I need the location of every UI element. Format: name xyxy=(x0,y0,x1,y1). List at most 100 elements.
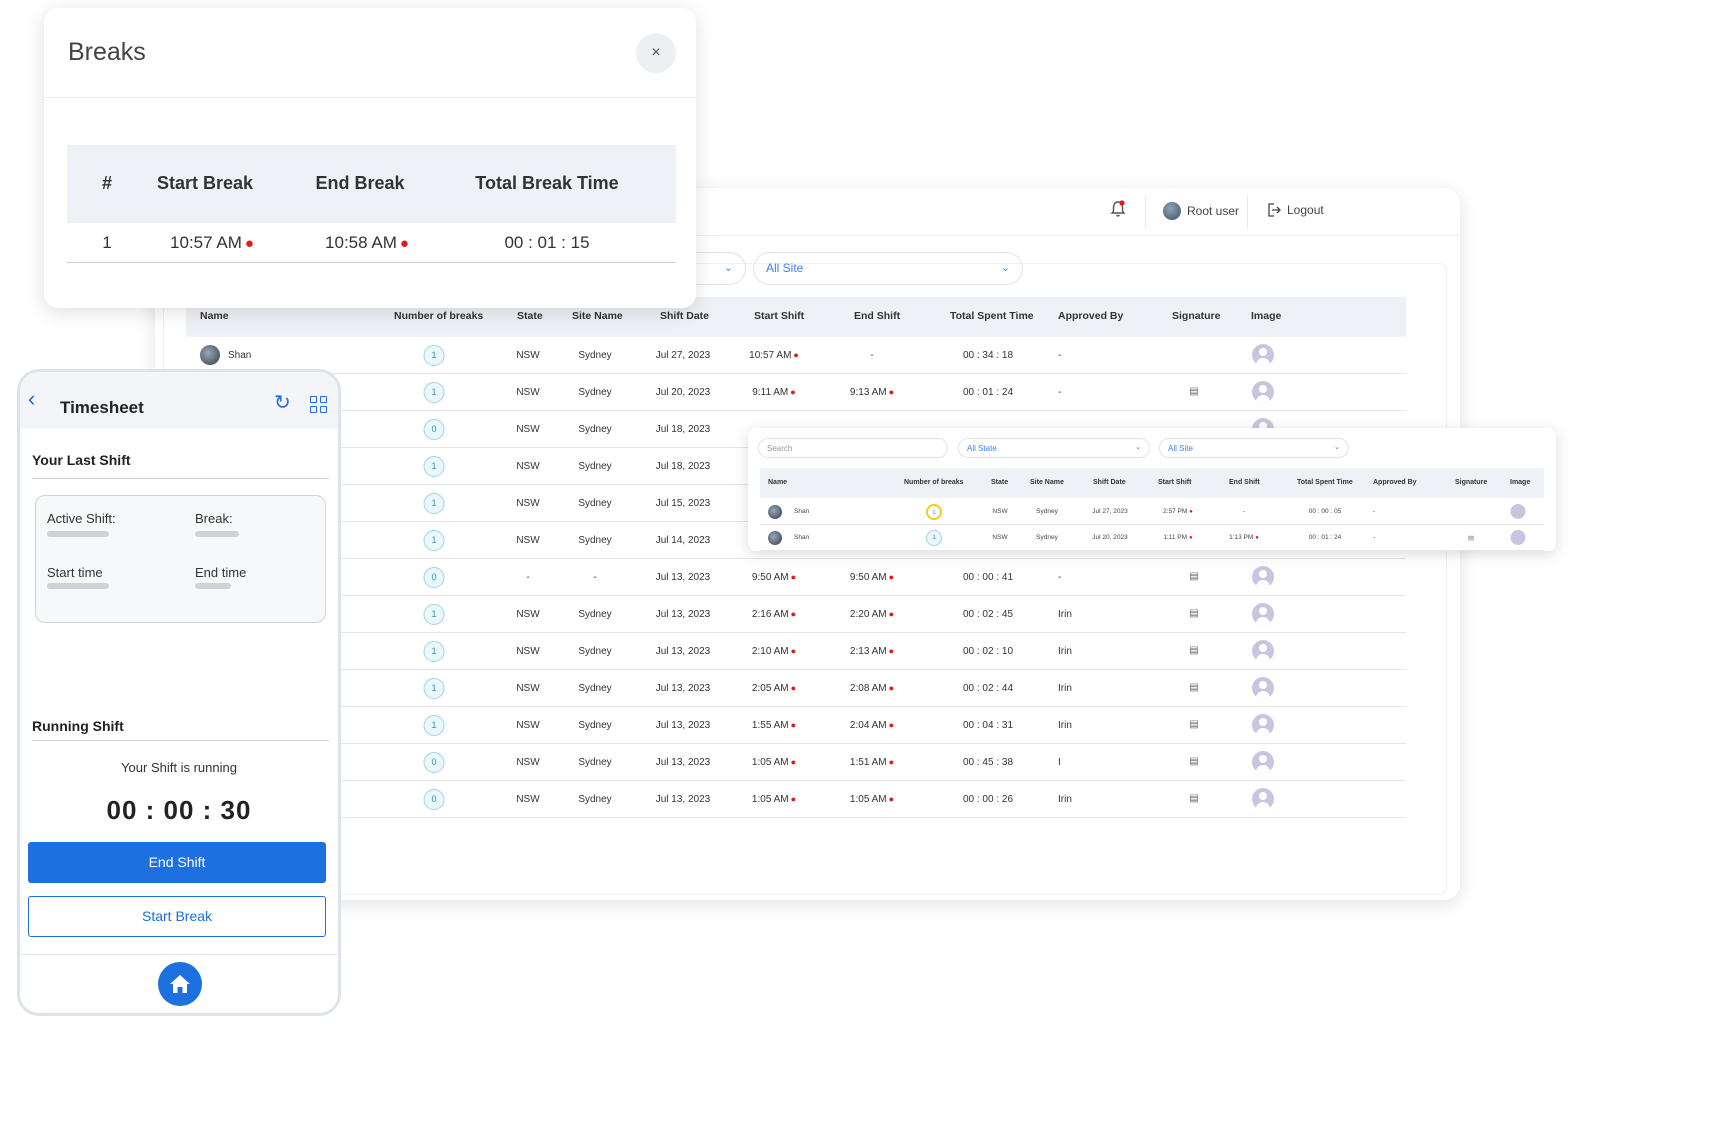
map-pin-icon[interactable]: ● xyxy=(245,235,254,252)
image-avatar[interactable] xyxy=(1252,677,1274,699)
breaks-badge[interactable]: 1 xyxy=(423,493,445,514)
map-pin-icon[interactable]: ● xyxy=(1255,535,1259,541)
table-row[interactable]: Shan 1 NSW Sydney Jul 27, 2023 10:57 AM ● - 00 :… xyxy=(186,337,1406,374)
signature-icon[interactable]: ▤ xyxy=(1468,534,1474,542)
table-row[interactable]: 1 NSW Sydney Jul 13, 2023 2:10 AM ● 2:13 AM ● 00… xyxy=(186,633,1406,670)
map-pin-icon[interactable]: ● xyxy=(793,350,798,360)
map-pin-icon[interactable]: ● xyxy=(791,572,796,582)
end-shift-button[interactable]: End Shift xyxy=(28,842,326,883)
map-pin-icon[interactable]: ● xyxy=(400,235,409,252)
row-approved: Irin xyxy=(1058,720,1072,731)
mini-state-select[interactable]: All State ⌄ xyxy=(958,438,1150,458)
header-end-break: End Break xyxy=(315,173,405,193)
image-avatar[interactable] xyxy=(1252,714,1274,736)
map-pin-icon[interactable]: ● xyxy=(791,757,796,767)
table-row[interactable]: 1 NSW Sydney Jul 20, 2023 9:11 AM ● 9:13 AM ● 00… xyxy=(186,374,1406,411)
breaks-badge[interactable]: 1 xyxy=(423,456,445,477)
image-avatar[interactable] xyxy=(1510,504,1526,519)
notification-button[interactable] xyxy=(1110,200,1126,218)
map-pin-icon[interactable]: ● xyxy=(889,794,894,804)
row-date: Jul 13, 2023 xyxy=(655,720,711,731)
map-pin-icon[interactable]: ● xyxy=(791,794,796,804)
breaks-badge[interactable]: 1 xyxy=(926,530,942,546)
breaks-badge[interactable]: 0 xyxy=(423,419,445,440)
map-pin-icon[interactable]: ● xyxy=(791,683,796,693)
table-row[interactable]: 1 NSW Sydney Jul 13, 2023 2:05 AM ● 2:08 AM ● 00… xyxy=(186,670,1406,707)
signature-icon[interactable]: ▤ xyxy=(1189,608,1198,619)
mini-header-start: Start Shift xyxy=(1158,479,1192,486)
map-pin-icon[interactable]: ● xyxy=(791,609,796,619)
table-row[interactable]: 0 NSW Sydney Jul 13, 2023 1:05 AM ● 1:05 AM ● 00… xyxy=(186,781,1406,818)
breaks-badge[interactable]: 1 xyxy=(423,530,445,551)
breaks-badge[interactable]: 0 xyxy=(423,789,445,810)
grid-icon[interactable] xyxy=(310,396,328,414)
signature-icon[interactable]: ▤ xyxy=(1189,571,1198,582)
image-avatar[interactable] xyxy=(1252,566,1274,588)
breaks-badge[interactable]: 1 xyxy=(423,382,445,403)
table-row[interactable]: 1 NSW Sydney Jul 13, 2023 1:55 AM ● 2:04 AM ● 00… xyxy=(186,707,1406,744)
map-pin-icon[interactable]: ● xyxy=(791,720,796,730)
mini-table-row[interactable]: Shan 1 NSW Sydney Jul 27, 2023 2:57 PM ● - 00 : … xyxy=(760,499,1544,525)
refresh-icon[interactable]: ↻ xyxy=(274,390,291,415)
map-pin-icon[interactable]: ● xyxy=(889,609,894,619)
user-menu[interactable]: Root user xyxy=(1163,202,1239,220)
breaks-badge[interactable]: 0 xyxy=(423,752,445,773)
close-button[interactable]: × xyxy=(636,33,676,73)
image-avatar[interactable] xyxy=(1252,344,1274,366)
modal-divider xyxy=(44,97,696,98)
map-pin-icon[interactable]: ● xyxy=(791,646,796,656)
signature-icon[interactable]: ▤ xyxy=(1189,793,1198,804)
row-state: NSW xyxy=(516,498,540,509)
image-avatar[interactable] xyxy=(1252,381,1274,403)
map-pin-icon[interactable]: ● xyxy=(1189,535,1193,541)
row-date: Jul 27, 2023 xyxy=(655,350,711,361)
map-pin-icon[interactable]: ● xyxy=(889,387,894,397)
break-total: 00 : 01 : 15 xyxy=(504,233,590,252)
home-button[interactable] xyxy=(158,962,202,1006)
mini-table-header: Name Number of breaks State Site Name Sh… xyxy=(760,468,1544,498)
breaks-badge[interactable]: 1 xyxy=(423,715,445,736)
breaks-badge[interactable]: 0 xyxy=(423,567,445,588)
signature-icon[interactable]: ▤ xyxy=(1189,386,1198,397)
row-date: Jul 14, 2023 xyxy=(655,535,711,546)
map-pin-icon[interactable]: ● xyxy=(790,387,795,397)
search-input[interactable]: Search xyxy=(758,438,948,458)
breaks-badge[interactable]: 1 xyxy=(423,641,445,662)
table-row[interactable]: 1 NSW Sydney Jul 13, 2023 2:16 AM ● 2:20 AM ● 00… xyxy=(186,596,1406,633)
breaks-badge[interactable]: 1 xyxy=(423,604,445,625)
header-approved: Approved By xyxy=(1058,310,1124,322)
mini-site-select[interactable]: All Site ⌄ xyxy=(1159,438,1349,458)
logout-button[interactable]: Logout xyxy=(1267,202,1324,218)
row-state: NSW xyxy=(516,535,540,546)
breaks-badge[interactable]: 1 xyxy=(423,678,445,699)
signature-icon[interactable]: ▤ xyxy=(1189,756,1198,767)
map-pin-icon[interactable]: ● xyxy=(889,757,894,767)
back-arrow-icon[interactable]: ‹ xyxy=(28,386,35,412)
header-total: Total Spent Time xyxy=(950,310,1034,322)
image-avatar[interactable] xyxy=(1510,530,1526,545)
table-row[interactable]: 0 NSW Sydney Jul 13, 2023 1:05 AM ● 1:51 AM ● 00… xyxy=(186,744,1406,781)
start-break-button[interactable]: Start Break xyxy=(28,896,326,937)
breaks-badge[interactable]: 1 xyxy=(926,504,942,520)
signature-icon[interactable]: ▤ xyxy=(1189,682,1198,693)
header-number: # xyxy=(101,173,113,193)
map-pin-icon[interactable]: ● xyxy=(889,720,894,730)
image-avatar[interactable] xyxy=(1252,603,1274,625)
mini-table-row[interactable]: Shan 1 NSW Sydney Jul 20, 2023 1:11 PM ● 1:13 P… xyxy=(760,525,1544,551)
start-time: 1:05 AM xyxy=(751,757,789,768)
image-avatar[interactable] xyxy=(1252,640,1274,662)
image-avatar[interactable] xyxy=(1252,751,1274,773)
map-pin-icon[interactable]: ● xyxy=(889,683,894,693)
image-avatar[interactable] xyxy=(1252,788,1274,810)
map-pin-icon[interactable]: ● xyxy=(889,646,894,656)
breaks-badge[interactable]: 1 xyxy=(423,345,445,366)
signature-icon[interactable]: ▤ xyxy=(1189,719,1198,730)
row-state: NSW xyxy=(516,461,540,472)
break-end-time: 10:58 AM xyxy=(325,233,397,252)
signature-icon[interactable]: ▤ xyxy=(1189,645,1198,656)
map-pin-icon[interactable]: ● xyxy=(1189,509,1193,515)
row-approved: Irin xyxy=(1058,646,1072,657)
site-select[interactable]: All Site ⌄ xyxy=(753,252,1023,285)
map-pin-icon[interactable]: ● xyxy=(889,572,894,582)
table-row[interactable]: 0- - Jul 13, 2023 9:50 AM ● 9:50 AM ● 00 : 00 :… xyxy=(186,559,1406,596)
